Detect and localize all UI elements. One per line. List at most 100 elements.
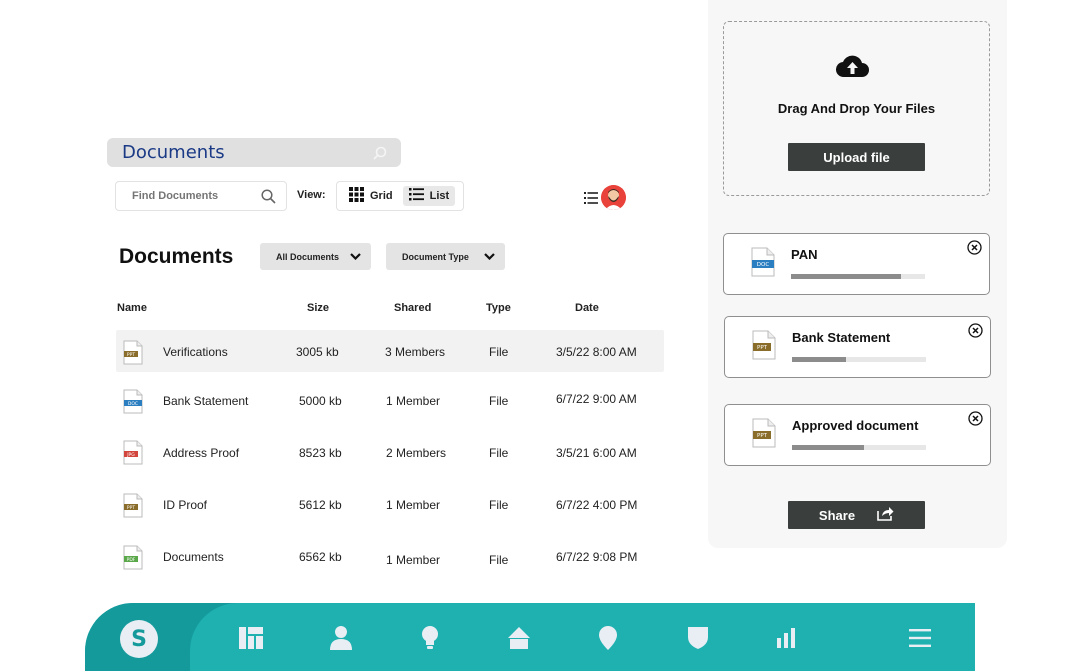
bottom-navigation: S: [85, 603, 975, 671]
file-name[interactable]: Verifications: [163, 345, 228, 359]
file-type: File: [489, 394, 509, 408]
svg-text:JPG: JPG: [126, 452, 135, 458]
banner-title: Documents: [122, 142, 225, 163]
file-shared: 2 Members: [386, 446, 447, 460]
column-header-name[interactable]: Name: [117, 302, 147, 314]
drop-title: Drag And Drop Your Files: [777, 101, 936, 116]
avatar[interactable]: [601, 185, 626, 210]
search-box[interactable]: [115, 181, 287, 211]
all-documents-label: All Documents: [276, 251, 340, 262]
column-header-date[interactable]: Date: [575, 302, 599, 314]
file-size: 8523 kb: [299, 446, 342, 460]
file-type: File: [489, 446, 509, 460]
share-button[interactable]: Share: [788, 501, 925, 529]
search-icon[interactable]: [373, 146, 387, 165]
file-shared: 1 Member: [386, 394, 441, 408]
file-date: 6/7/22 9:08 PM: [556, 550, 638, 564]
menu-icon[interactable]: [907, 625, 933, 651]
file-size: 6562 kb: [299, 550, 342, 564]
chevron-down-icon: [484, 252, 495, 262]
pdf-file-icon: PDF: [123, 545, 143, 570]
upload-file-card: DOC PAN: [723, 233, 990, 295]
bar-chart-icon[interactable]: [774, 625, 800, 651]
bulb-icon[interactable]: [417, 625, 443, 651]
table-row[interactable]: PPT Verifications 3005 kb 3 Members File…: [116, 330, 664, 372]
dashboard-icon[interactable]: [238, 625, 264, 651]
shield-icon[interactable]: [685, 625, 711, 651]
file-size: 5000 kb: [299, 394, 342, 408]
column-header-size[interactable]: Size: [307, 302, 329, 314]
app-logo[interactable]: S: [120, 620, 158, 658]
svg-text:DOC: DOC: [757, 262, 770, 268]
table-row[interactable]: DOC Bank Statement 5000 kb 1 Member File…: [116, 380, 664, 422]
file-type: File: [489, 553, 509, 567]
file-date: 3/5/22 8:00 AM: [556, 345, 637, 359]
list-view-label: List: [429, 190, 450, 202]
view-toggle: Grid List: [336, 181, 464, 211]
upload-file-name: Bank Statement: [792, 330, 891, 345]
location-icon[interactable]: [595, 625, 621, 651]
file-type: File: [489, 345, 509, 359]
file-shared: 1 Member: [386, 553, 441, 567]
doc-file-icon: DOC: [751, 247, 775, 277]
file-date: 3/5/21 6:00 AM: [556, 446, 637, 460]
file-type: File: [489, 498, 509, 512]
file-date: 6/7/22 9:00 AM: [556, 392, 637, 406]
close-icon[interactable]: [968, 323, 983, 338]
svg-text:PPT: PPT: [757, 433, 768, 439]
grid-view-label: Grid: [370, 190, 393, 202]
upload-file-name: Approved document: [792, 418, 919, 433]
home-icon[interactable]: [506, 625, 532, 651]
close-icon[interactable]: [967, 240, 982, 255]
user-icon[interactable]: [328, 625, 354, 651]
ppt-file-icon: PPT: [123, 493, 143, 518]
grid-view-button[interactable]: Grid: [343, 186, 399, 206]
close-icon[interactable]: [968, 411, 983, 426]
file-shared: 1 Member: [386, 498, 441, 512]
list-icon: [408, 188, 424, 204]
upload-file-button[interactable]: Upload file: [788, 143, 925, 171]
doc-file-icon: DOC: [123, 389, 143, 414]
jpg-file-icon: JPG: [123, 440, 143, 465]
grid-icon: [349, 187, 364, 205]
table-row[interactable]: PPT ID Proof 5612 kb 1 Member File 6/7/2…: [116, 484, 664, 526]
documents-banner: Documents: [107, 138, 401, 167]
upload-file-card: PPT Approved document: [724, 404, 991, 466]
file-name[interactable]: Documents: [163, 550, 224, 564]
document-type-label: Document Type: [402, 251, 469, 262]
page-title: Documents: [119, 245, 234, 268]
file-name[interactable]: Bank Statement: [163, 394, 248, 408]
table-row[interactable]: PDF Documents 6562 kb 1 Member File 6/7/…: [116, 536, 664, 578]
upload-progress-bar: [791, 274, 925, 279]
svg-text:PDF: PDF: [127, 557, 136, 563]
upload-file-name: PAN: [791, 247, 818, 262]
file-date: 6/7/22 4:00 PM: [556, 498, 638, 512]
file-shared: 3 Members: [385, 345, 446, 359]
column-header-type[interactable]: Type: [486, 302, 511, 314]
ppt-file-icon: PPT: [123, 340, 143, 365]
file-size: 5612 kb: [299, 498, 342, 512]
view-label: View:: [297, 189, 326, 201]
chevron-down-icon: [350, 252, 361, 262]
document-type-dropdown[interactable]: Document Type: [386, 243, 505, 270]
upload-file-card: PPT Bank Statement: [724, 316, 991, 378]
svg-text:PPT: PPT: [757, 345, 768, 351]
svg-text:PPT: PPT: [127, 352, 135, 358]
upload-progress-bar: [792, 445, 926, 450]
search-input[interactable]: [132, 190, 252, 202]
svg-text:DOC: DOC: [128, 401, 138, 407]
cloud-upload-icon: [835, 52, 869, 83]
table-row[interactable]: JPG Address Proof 8523 kb 2 Members File…: [116, 432, 664, 474]
list-view-button[interactable]: List: [402, 186, 456, 206]
file-name[interactable]: Address Proof: [163, 446, 239, 460]
svg-text:PPT: PPT: [127, 505, 135, 511]
search-icon[interactable]: [261, 189, 276, 207]
file-name[interactable]: ID Proof: [163, 498, 207, 512]
all-documents-dropdown[interactable]: All Documents: [260, 243, 371, 270]
column-header-shared[interactable]: Shared: [394, 302, 431, 314]
share-icon: [877, 506, 894, 524]
menu-list-icon[interactable]: [584, 191, 598, 209]
upload-progress-bar: [792, 357, 926, 362]
file-size: 3005 kb: [296, 345, 339, 359]
ppt-file-icon: PPT: [752, 418, 776, 448]
